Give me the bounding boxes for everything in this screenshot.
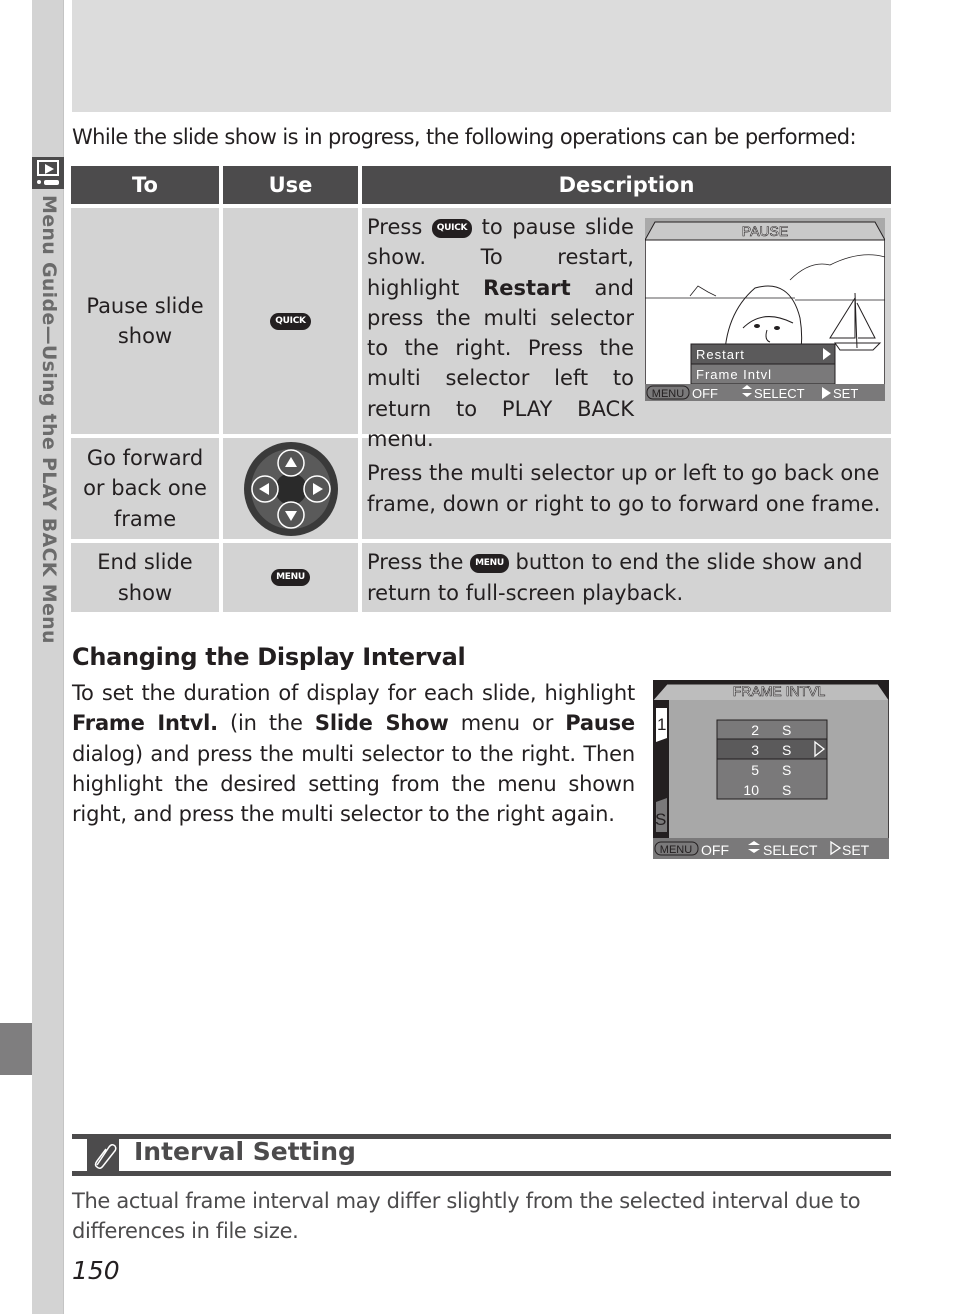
header-use: Use — [223, 166, 358, 204]
intro-text: While the slide show is in progress, the… — [72, 125, 857, 149]
section-heading: Changing the Display Interval — [72, 643, 466, 671]
thumb-tab — [0, 1023, 32, 1075]
table-row: End slide show MENU Press the MENU butto… — [71, 543, 891, 612]
interval-unit: S — [782, 742, 791, 758]
menu-item-frame-intvl: Frame Intvl — [696, 367, 772, 382]
interval-unit: S — [782, 722, 791, 738]
header-to: To — [71, 166, 219, 204]
svg-text:OFF: OFF — [692, 386, 718, 401]
tab-setup: S — [655, 810, 666, 829]
note-text: The actual frame interval may differ sli… — [72, 1189, 861, 1243]
interval-option-3[interactable]: 3 — [751, 742, 759, 758]
multi-selector-icon — [243, 441, 338, 536]
svg-text:OFF: OFF — [701, 842, 729, 858]
operations-table: To Use Description Pause slide show QUIC… — [71, 166, 891, 616]
menu-button-icon: MENU — [271, 569, 310, 586]
row-to: End slide show — [97, 550, 193, 605]
header-description: Description — [362, 166, 891, 204]
frame-intvl-screen-illustration: FRAME INTVL 1 S 2 S 3 S 5 S 10 S MENU OFF SELEC… — [653, 680, 889, 859]
svg-text:SET: SET — [833, 386, 858, 401]
menu-item-restart: Restart — [696, 347, 745, 362]
section-label: Menu Guide—Using the PLAY BACK Menu — [38, 195, 60, 644]
top-image-area — [72, 0, 891, 112]
svg-text:MENU: MENU — [652, 388, 684, 400]
table-header: To Use Description — [71, 166, 891, 204]
interval-option-10[interactable]: 10 — [743, 782, 759, 798]
quick-button-icon: QUICK — [431, 218, 473, 238]
row-to: Go forward or back one frame — [83, 445, 207, 531]
interval-unit: S — [782, 762, 791, 778]
row-description: Press the MENU button to end the slide s… — [367, 550, 863, 605]
frame-intvl-title: FRAME INTVL — [733, 683, 826, 699]
interval-unit: S — [782, 782, 791, 798]
pause-title: PAUSE — [742, 223, 788, 239]
row-description: Press QUICK to pause slide show. To rest… — [367, 215, 634, 452]
interval-option-5[interactable]: 5 — [751, 762, 759, 778]
table-row: Pause slide show QUICK Press QUICK to pa… — [71, 208, 891, 451]
section-body: To set the duration of display for each … — [72, 681, 635, 827]
svg-text:SELECT: SELECT — [763, 842, 818, 858]
quick-button-icon: QUICK — [270, 312, 311, 330]
note-title: Interval Setting — [134, 1137, 356, 1166]
svg-text:MENU: MENU — [660, 844, 692, 856]
interval-option-2[interactable]: 2 — [751, 722, 759, 738]
paperclip-icon — [87, 1139, 119, 1171]
tab-page-1: 1 — [657, 715, 666, 734]
svg-text:SELECT: SELECT — [754, 386, 805, 401]
row-to: Pause slide show — [86, 293, 204, 349]
row-description: Press the multi selector up or left to g… — [367, 461, 881, 516]
pause-screen-illustration: PAUSE Restart Frame Intvl MENU OFF SELEC… — [645, 218, 885, 401]
svg-text:SET: SET — [842, 842, 870, 858]
playback-icon — [32, 157, 64, 189]
note-rule — [72, 1171, 891, 1176]
menu-button-icon: MENU — [470, 553, 509, 573]
page-number: 150 — [72, 1256, 120, 1285]
